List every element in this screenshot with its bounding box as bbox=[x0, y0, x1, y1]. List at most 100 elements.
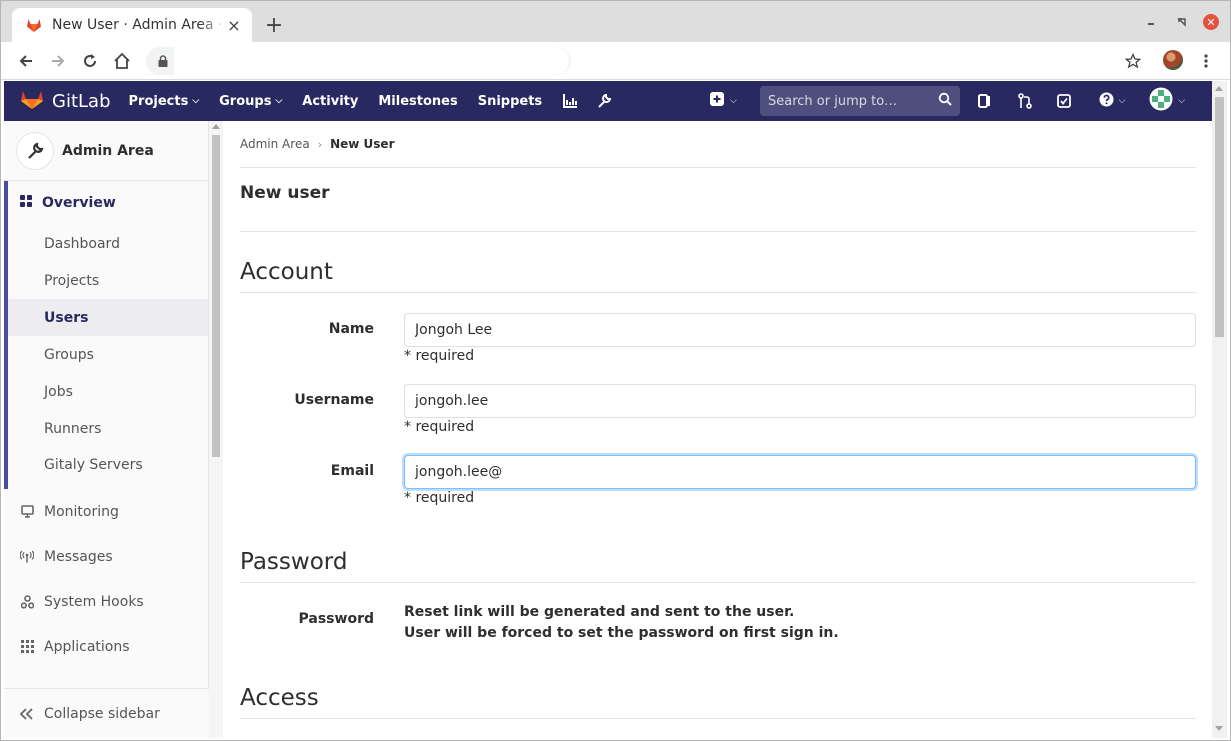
username-input[interactable] bbox=[404, 384, 1196, 418]
double-chevron-left-icon bbox=[20, 707, 34, 720]
user-menu-dropdown[interactable]: ⌵ bbox=[1147, 87, 1187, 115]
nav-snippets[interactable]: Snippets bbox=[478, 94, 542, 109]
new-tab-button[interactable]: + bbox=[262, 13, 286, 38]
email-required-hint: * required bbox=[404, 490, 475, 506]
nav-projects[interactable]: Projects ⌵ bbox=[129, 94, 200, 109]
wrench-icon bbox=[16, 131, 54, 170]
search-input[interactable] bbox=[768, 93, 938, 109]
merge-request-icon[interactable] bbox=[1017, 93, 1033, 109]
scroll-up-arrow-icon[interactable] bbox=[212, 124, 220, 129]
sidebar-item-jobs[interactable]: Jobs bbox=[8, 373, 208, 410]
gitlab-top-navbar: GitLab Projects ⌵ Groups ⌵ Activity Milest… bbox=[4, 81, 1227, 121]
username-label: Username bbox=[294, 392, 374, 408]
issues-panel-icon[interactable] bbox=[977, 93, 993, 109]
profile-avatar[interactable] bbox=[1163, 50, 1183, 70]
window-close-icon[interactable]: ✕ bbox=[1203, 14, 1219, 30]
scroll-up-arrow-icon[interactable] bbox=[1215, 86, 1223, 91]
tab-close-icon[interactable]: × bbox=[226, 16, 242, 35]
nav-milestones[interactable]: Milestones bbox=[378, 94, 457, 109]
password-heading: Password bbox=[240, 549, 348, 575]
main-content: Admin Area › New User New user Account N… bbox=[224, 121, 1212, 738]
password-reset-info: Reset link will be generated and sent to… bbox=[404, 604, 795, 620]
broadcast-icon bbox=[20, 550, 34, 564]
sidebar-context-header[interactable]: Admin Area bbox=[4, 121, 208, 181]
chevron-down-icon: ⌵ bbox=[1118, 96, 1126, 106]
breadcrumb-admin-area[interactable]: Admin Area bbox=[240, 137, 310, 151]
user-avatar bbox=[1149, 87, 1173, 115]
name-input[interactable] bbox=[404, 313, 1196, 347]
nav-groups-label: Groups bbox=[219, 93, 272, 109]
hook-icon bbox=[20, 594, 34, 609]
sidebar-item-messages[interactable]: Messages bbox=[4, 534, 208, 579]
password-first-signin-info: User will be forced to set the password … bbox=[404, 625, 839, 641]
tab-title: New User · Admin Area · GitLab bbox=[52, 17, 226, 33]
sidebar-scrollbar[interactable] bbox=[209, 121, 223, 738]
breadcrumb: Admin Area › New User bbox=[240, 121, 1196, 168]
global-search[interactable] bbox=[760, 86, 960, 116]
sidebar-item-projects[interactable]: Projects bbox=[8, 262, 208, 299]
browser-tab[interactable]: New User · Admin Area · GitLab × bbox=[12, 8, 252, 42]
plus-square-icon bbox=[710, 92, 724, 110]
chevron-down-icon: ⌵ bbox=[275, 96, 283, 106]
forward-arrow-icon[interactable] bbox=[48, 51, 68, 71]
sidebar-item-overview-label: Overview bbox=[42, 195, 116, 211]
sidebar-item-monitoring[interactable]: Monitoring bbox=[4, 489, 208, 534]
divider bbox=[240, 231, 1196, 232]
name-label: Name bbox=[328, 321, 374, 337]
page-scrollbar-thumb[interactable] bbox=[1215, 97, 1224, 337]
sidebar-item-applications[interactable]: Applications bbox=[4, 624, 208, 669]
question-circle-icon bbox=[1099, 92, 1114, 111]
chevron-down-icon: ⌵ bbox=[730, 96, 737, 106]
address-input[interactable] bbox=[174, 47, 569, 75]
sidebar-item-groups[interactable]: Groups bbox=[8, 336, 208, 373]
home-icon[interactable] bbox=[112, 51, 132, 71]
collapse-sidebar-label: Collapse sidebar bbox=[44, 705, 160, 722]
browser-toolbar bbox=[0, 42, 1231, 80]
breadcrumb-current[interactable]: New User bbox=[330, 137, 394, 151]
window-minimize-icon[interactable] bbox=[1144, 14, 1160, 30]
access-heading: Access bbox=[240, 685, 319, 711]
browser-tabstrip: New User · Admin Area · GitLab × + ✕ bbox=[0, 0, 1231, 42]
nav-groups[interactable]: Groups ⌵ bbox=[219, 94, 282, 109]
sidebar-item-gitaly-servers[interactable]: Gitaly Servers bbox=[8, 447, 208, 489]
email-input[interactable] bbox=[404, 455, 1196, 489]
page-title: New user bbox=[240, 183, 330, 203]
name-required-hint: * required bbox=[404, 348, 475, 364]
monitor-icon bbox=[20, 505, 34, 518]
password-label: Password bbox=[298, 611, 374, 627]
sidebar-item-runners[interactable]: Runners bbox=[8, 410, 208, 447]
username-required-hint: * required bbox=[404, 419, 475, 435]
help-dropdown[interactable]: ⌵ bbox=[1095, 92, 1129, 111]
bookmark-star-icon[interactable] bbox=[1123, 51, 1143, 71]
sidebar-item-overview[interactable]: Overview bbox=[8, 181, 208, 225]
collapse-sidebar-button[interactable]: Collapse sidebar bbox=[4, 688, 209, 738]
address-bar[interactable] bbox=[146, 47, 571, 75]
divider bbox=[240, 292, 1196, 293]
chevron-down-icon: ⌵ bbox=[1178, 96, 1185, 106]
sidebar-scrollbar-thumb[interactable] bbox=[212, 135, 220, 457]
admin-sidebar: Admin Area Overview Dashboard Projects U… bbox=[4, 121, 209, 738]
scroll-down-arrow-icon[interactable] bbox=[1215, 726, 1223, 731]
back-arrow-icon[interactable] bbox=[16, 51, 36, 71]
sidebar-item-users[interactable]: Users bbox=[8, 299, 208, 336]
sidebar-item-applications-label: Applications bbox=[44, 638, 130, 655]
sidebar-item-dashboard[interactable]: Dashboard bbox=[8, 225, 208, 262]
analytics-chart-icon[interactable] bbox=[562, 93, 578, 109]
new-item-dropdown[interactable]: ⌵ bbox=[710, 92, 737, 110]
browser-menu-icon[interactable] bbox=[1196, 51, 1216, 71]
sidebar-item-monitoring-label: Monitoring bbox=[44, 503, 119, 520]
sidebar-group-overview: Overview Dashboard Projects Users Groups… bbox=[4, 181, 208, 489]
account-heading: Account bbox=[240, 259, 333, 285]
nav-activity[interactable]: Activity bbox=[302, 94, 358, 109]
reload-icon[interactable] bbox=[80, 51, 100, 71]
window-maximize-icon[interactable] bbox=[1174, 14, 1190, 30]
divider bbox=[240, 718, 1196, 719]
chevron-down-icon: ⌵ bbox=[192, 96, 200, 106]
sidebar-context-title: Admin Area bbox=[62, 142, 154, 159]
page-scrollbar[interactable] bbox=[1212, 81, 1227, 738]
admin-wrench-icon[interactable] bbox=[596, 93, 612, 109]
gitlab-home-link[interactable]: GitLab bbox=[20, 88, 129, 114]
todo-checkbox-icon[interactable] bbox=[1056, 93, 1072, 109]
divider bbox=[240, 582, 1196, 583]
sidebar-item-system-hooks[interactable]: System Hooks bbox=[4, 579, 208, 624]
